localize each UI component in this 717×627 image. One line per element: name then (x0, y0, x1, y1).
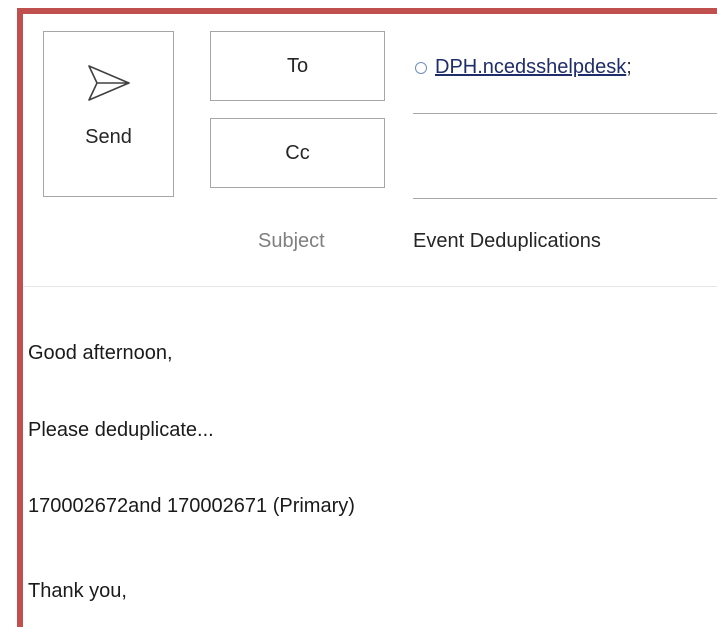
subject-label: Subject (258, 230, 325, 252)
to-button-label: To (286, 54, 309, 77)
body-greeting[interactable]: Good afternoon, (28, 342, 173, 365)
body-signoff[interactable]: Thank you, (28, 580, 127, 603)
cc-input[interactable] (413, 130, 713, 190)
highlight-border-top (17, 8, 717, 14)
email-compose-window: Send To Cc DPH.ncedsshelpdesk; Subject E… (0, 0, 717, 627)
to-button[interactable]: To (210, 31, 385, 101)
send-button-label: Send (85, 126, 132, 148)
send-button[interactable]: Send (43, 31, 174, 197)
highlight-border-left (17, 8, 23, 627)
body-request[interactable]: Please deduplicate... (28, 419, 214, 442)
to-recipient-chip[interactable]: DPH.ncedsshelpdesk; (415, 56, 632, 79)
to-recipient-name: DPH.ncedsshelpdesk (435, 56, 627, 78)
to-recipient-separator: ; (626, 56, 632, 78)
cc-field-underline (413, 198, 717, 199)
subject-input[interactable]: Event Deduplications (413, 230, 601, 253)
cc-button[interactable]: Cc (210, 118, 385, 188)
to-field-underline (413, 113, 717, 114)
header-divider (23, 286, 717, 287)
send-arrow-icon (87, 65, 130, 101)
cc-button-label: Cc (285, 141, 310, 164)
presence-status-icon (415, 61, 427, 74)
body-event-ids[interactable]: 170002672and 170002671 (Primary) (28, 495, 355, 518)
